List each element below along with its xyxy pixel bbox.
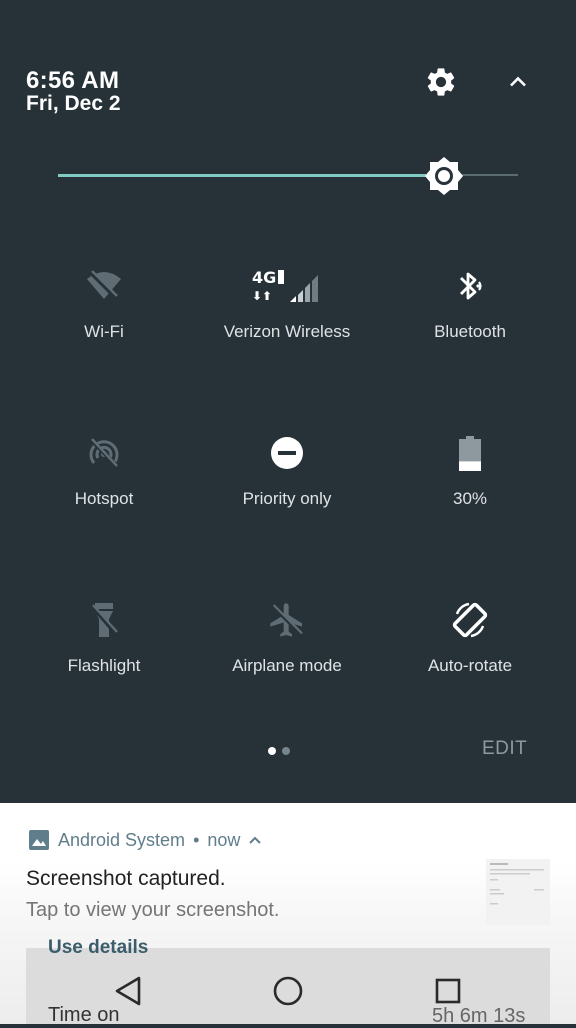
notification-app-name: Android System	[58, 829, 186, 850]
home-icon	[273, 976, 303, 1006]
navigation-bar	[0, 960, 576, 1024]
tile-label: Priority only	[242, 489, 332, 508]
notification-header: Android System • now	[28, 827, 262, 853]
svg-text:⬇⬆: ⬇⬆	[252, 289, 272, 303]
edit-button[interactable]: EDIT	[482, 738, 527, 760]
tile-bluetooth[interactable]: Bluetooth	[385, 264, 555, 384]
brightness-track-filled	[58, 174, 427, 177]
home-button[interactable]	[260, 966, 316, 1016]
tile-wifi[interactable]: Wi-Fi	[19, 264, 189, 384]
bluetooth-icon	[448, 264, 492, 308]
page-dot-active[interactable]	[268, 747, 276, 755]
do-not-disturb-icon	[265, 431, 309, 475]
tile-label: Verizon Wireless	[223, 322, 351, 341]
brightness-thumb[interactable]	[424, 156, 464, 196]
chevron-up-icon	[510, 76, 526, 87]
tile-label: Bluetooth	[434, 322, 506, 341]
usage-details-heading: Use details	[48, 937, 149, 958]
tile-label: Wi-Fi	[84, 322, 124, 341]
battery-icon	[448, 431, 492, 475]
settings-button[interactable]	[417, 58, 465, 106]
tile-auto-rotate[interactable]: Auto-rotate	[385, 598, 555, 718]
quick-settings-panel: 6:56 AM Fri, Dec 2 Wi-Fi 4G ⬇⬆ Verizon W…	[0, 0, 576, 803]
image-icon	[29, 830, 49, 850]
collapse-button[interactable]	[494, 58, 542, 106]
tile-label: 30%	[452, 489, 488, 508]
notification-title: Screenshot captured.	[26, 867, 226, 890]
tile-label: Flashlight	[67, 656, 141, 675]
tile-hotspot[interactable]: Hotspot	[19, 431, 189, 551]
recents-icon	[435, 978, 461, 1004]
hotspot-icon	[82, 431, 126, 475]
auto-rotate-icon	[448, 598, 492, 642]
notification-separator: •	[193, 829, 200, 850]
back-icon	[115, 976, 141, 1006]
tile-airplane[interactable]: Airplane mode	[202, 598, 372, 718]
back-button[interactable]	[100, 966, 156, 1016]
tile-cellular[interactable]: 4G ⬇⬆ Verizon Wireless	[202, 264, 372, 384]
brightness-icon	[425, 157, 464, 195]
brightness-track-empty	[462, 174, 518, 176]
cellular-4g-lte-icon: 4G ⬇⬆	[247, 264, 327, 308]
recents-button[interactable]	[420, 966, 476, 1016]
notification-text: Tap to view your screenshot.	[26, 899, 280, 921]
page-indicator	[268, 747, 290, 755]
clock: 6:56 AM	[26, 67, 120, 94]
tile-label: Hotspot	[74, 489, 134, 508]
tile-label: Airplane mode	[232, 656, 342, 675]
chevron-up-icon[interactable]	[248, 834, 262, 846]
date: Fri, Dec 2	[26, 92, 121, 115]
flashlight-icon	[82, 598, 126, 642]
tile-label: Auto-rotate	[427, 656, 513, 675]
wifi-off-icon	[82, 264, 126, 308]
tile-flashlight[interactable]: Flashlight	[19, 598, 189, 718]
svg-text:4G: 4G	[252, 268, 276, 287]
tile-priority[interactable]: Priority only	[202, 431, 372, 551]
notification-time: now	[207, 829, 241, 850]
tile-battery[interactable]: 30%	[385, 431, 555, 551]
brightness-slider[interactable]	[58, 150, 518, 202]
page-dot[interactable]	[282, 747, 290, 755]
screenshot-thumbnail[interactable]	[486, 859, 550, 925]
airplane-icon	[265, 598, 309, 642]
gear-icon	[427, 68, 455, 96]
